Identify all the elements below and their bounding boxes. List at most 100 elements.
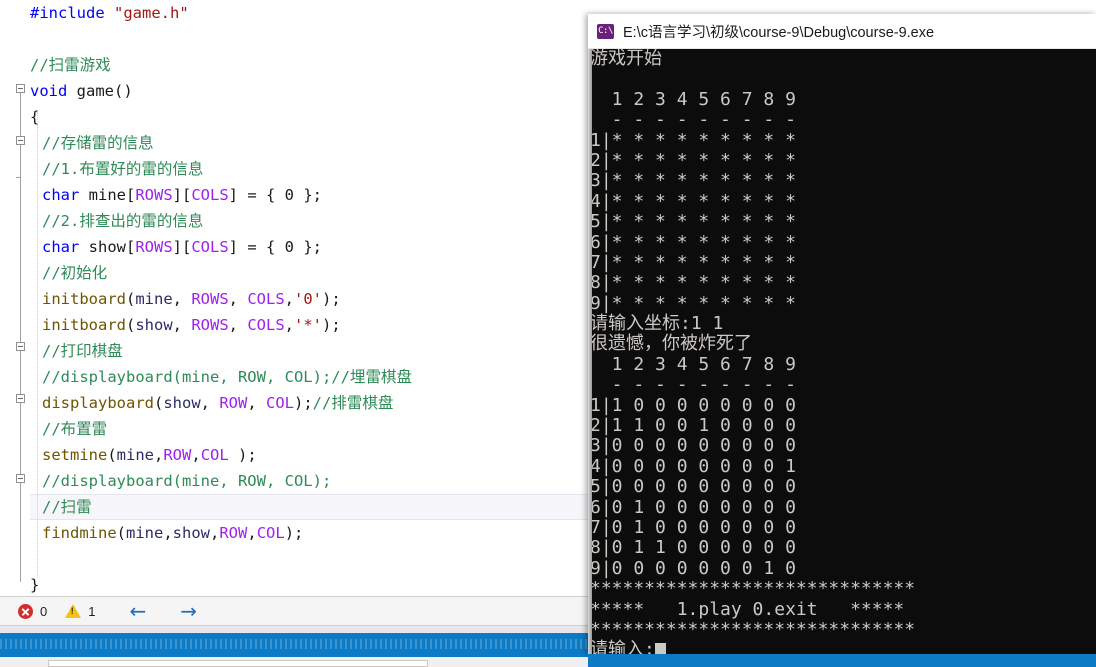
code-token: COLS [247, 290, 285, 308]
console-line: 1 2 3 4 5 6 7 8 9 [590, 88, 796, 110]
code-line: char mine[ROWS][COLS] = { 0 }; [30, 182, 322, 208]
code-token: //1.布置好的雷的信息 [42, 160, 204, 178]
code-token: displayboard [42, 394, 154, 412]
code-token: , [154, 446, 164, 464]
fold-toggle-icon[interactable] [16, 84, 25, 93]
code-token: ( [107, 446, 117, 464]
console-line: 2|* * * * * * * * * [590, 149, 796, 171]
code-token: COLS [247, 316, 285, 334]
fold-margin[interactable] [0, 0, 30, 596]
console-prompt-line[interactable]: 请输入: [590, 640, 1096, 654]
console-line: 8|* * * * * * * * * [590, 272, 796, 294]
error-indicator[interactable]: 0 [18, 603, 47, 619]
code-token: void [30, 82, 68, 100]
code-token: char [42, 186, 80, 204]
code-line: //1.布置好的雷的信息 [30, 156, 203, 182]
console-line: 6|* * * * * * * * * [590, 231, 796, 253]
console-line: 游戏开始 [590, 49, 662, 69]
console-line: 3|* * * * * * * * * [590, 170, 796, 192]
prev-issue-arrow-icon[interactable]: ← [129, 601, 146, 621]
console-line: 5|* * * * * * * * * [590, 211, 796, 233]
code-token: mine [126, 524, 164, 542]
console-cursor [654, 643, 666, 654]
taskbar-texture [0, 639, 600, 649]
fold-toggle-icon[interactable] [16, 474, 25, 483]
console-line: 1|1 0 0 0 0 0 0 0 0 [590, 394, 796, 416]
code-token: "game.h" [114, 4, 189, 22]
console-line: ****************************** [590, 618, 916, 640]
code-token: ( [126, 316, 136, 334]
code-token: //排雷棋盘 [312, 394, 394, 412]
editor-lower-gap [0, 626, 600, 633]
code-token: ); [322, 290, 341, 308]
code-token: mine [135, 290, 173, 308]
fold-toggle-icon[interactable] [16, 394, 25, 403]
code-token: //存储雷的信息 [42, 134, 154, 152]
console-line: 5|0 0 0 0 0 0 0 0 0 [590, 476, 796, 498]
code-token: ); [284, 524, 304, 542]
code-token: ] = { 0 }; [228, 238, 322, 256]
console-line: 4|0 0 0 0 0 0 0 0 1 [590, 455, 796, 477]
code-token: //布置雷 [42, 420, 108, 438]
code-token: [ [126, 238, 136, 256]
code-token: , [228, 290, 248, 308]
code-token: ROW [219, 524, 248, 542]
next-issue-arrow-icon[interactable]: → [180, 601, 197, 621]
code-token: , [191, 446, 201, 464]
code-token: show [135, 316, 173, 334]
code-token: , [247, 524, 257, 542]
code-line: //存储雷的信息 [30, 130, 154, 156]
code-token: //displayboard(mine, ROW, COL); [42, 472, 332, 490]
warning-count: 1 [88, 603, 96, 619]
console-line: 9|0 0 0 0 0 0 0 1 0 [590, 557, 796, 579]
cmd-console-icon: C:\ [597, 23, 614, 39]
code-line: //打印棋盘 [30, 338, 123, 364]
code-text-area[interactable]: #include "game.h"//扫雷游戏 void game(){//存储雷… [30, 0, 600, 596]
warning-indicator[interactable]: 1 [65, 604, 95, 619]
code-token: ( [153, 394, 164, 412]
code-token: ROWS [191, 290, 229, 308]
code-token: mine [116, 446, 154, 464]
code-token: findmine [42, 524, 117, 542]
console-line: 1 2 3 4 5 6 7 8 9 [590, 353, 796, 375]
console-line: - - - - - - - - - [590, 374, 796, 396]
code-token: //2.排查出的雷的信息 [42, 212, 204, 230]
console-line: 1|* * * * * * * * * [590, 129, 796, 151]
screen-root: #include "game.h"//扫雷游戏 void game(){//存储雷… [0, 0, 1096, 667]
code-token: show [172, 524, 210, 542]
code-line: //2.排查出的雷的信息 [30, 208, 203, 234]
code-token: ] = { 0 }; [228, 186, 322, 204]
code-line: //扫雷游戏 [30, 52, 111, 78]
console-window[interactable]: C:\ E:\c语言学习\初级\course-9\Debug\course-9.… [588, 14, 1096, 654]
code-line: //初始化 [30, 260, 107, 286]
code-token: COLS [191, 186, 229, 204]
code-token: COL [266, 394, 294, 412]
console-line: 请输入坐标:1 1 [590, 313, 724, 335]
code-token: ][ [172, 186, 192, 204]
console-line: 3|0 0 0 0 0 0 0 0 0 [590, 435, 796, 457]
fold-tick [16, 177, 20, 178]
code-token: //初始化 [42, 264, 108, 282]
code-token: ROWS [135, 186, 173, 204]
code-line: //扫雷 [30, 494, 92, 520]
console-title-bar[interactable]: C:\ E:\c语言学习\初级\course-9\Debug\course-9.… [588, 14, 1096, 49]
console-output[interactable]: 游戏开始 1 2 3 4 5 6 7 8 9 - - - - - - - - -… [588, 49, 1096, 654]
code-line: initboard(show, ROWS, COLS,'*'); [30, 312, 341, 338]
taskbar-strip[interactable] [0, 633, 600, 657]
code-token: mine [79, 186, 126, 204]
fold-toggle-icon[interactable] [16, 136, 25, 145]
code-token: , [200, 394, 220, 412]
code-token: , [163, 524, 173, 542]
code-token: ROWS [135, 238, 173, 256]
code-token: ); [294, 394, 313, 412]
code-token: ][ [172, 238, 192, 256]
code-editor[interactable]: #include "game.h"//扫雷游戏 void game(){//存储雷… [0, 0, 600, 596]
fold-toggle-icon[interactable] [16, 342, 25, 351]
editor-status-bar: 0 1 ← → [0, 596, 600, 626]
code-token: //打印棋盘 [42, 342, 123, 360]
code-line: setmine(mine,ROW,COL ); [30, 442, 257, 468]
console-bottom-taskbar [588, 654, 1096, 667]
code-token: [ [126, 186, 136, 204]
code-token: , [228, 316, 248, 334]
code-line: displayboard(show, ROW, COL);//排雷棋盘 [30, 390, 393, 416]
